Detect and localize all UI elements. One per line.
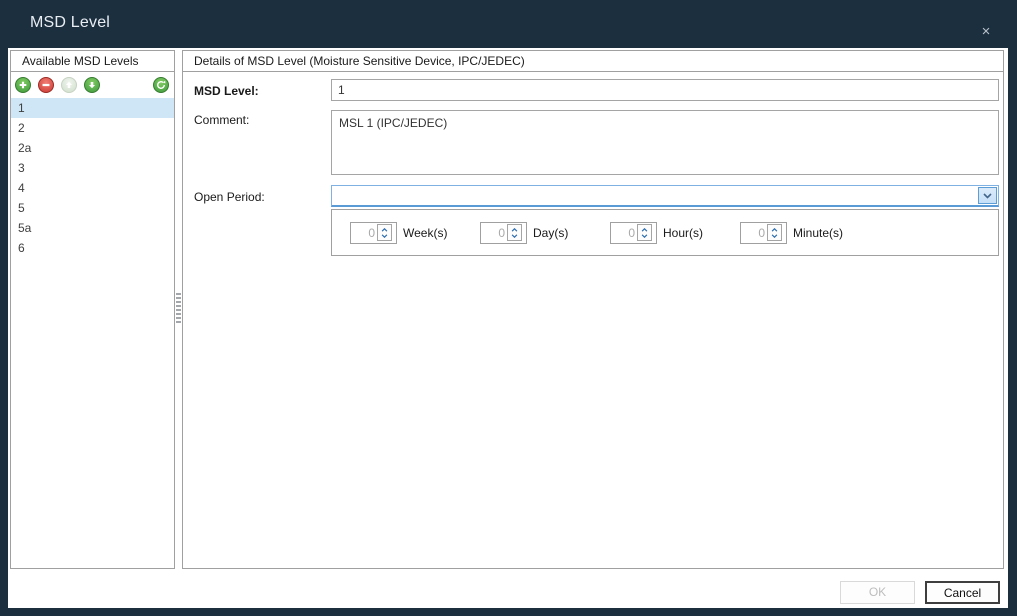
open-period-label: Open Period: xyxy=(194,190,265,204)
chevron-up-icon[interactable] xyxy=(771,228,778,232)
list-toolbar xyxy=(11,72,174,98)
msd-level-input[interactable] xyxy=(331,79,999,101)
chevron-down-icon[interactable] xyxy=(381,234,388,238)
chevron-down-icon[interactable] xyxy=(771,234,778,238)
comment-textarea[interactable]: MSL 1 (IPC/JEDEC) xyxy=(331,110,999,175)
days-spinner: Day(s) xyxy=(480,222,568,244)
minutes-unit-label: Minute(s) xyxy=(793,226,843,240)
spinner-field[interactable] xyxy=(350,222,397,244)
list-item[interactable]: 2a xyxy=(11,138,174,158)
stepper xyxy=(767,224,782,241)
cancel-button[interactable]: Cancel xyxy=(925,581,1000,604)
list-item[interactable]: 4 xyxy=(11,178,174,198)
window-title: MSD Level xyxy=(30,14,110,32)
open-period-detail-box: Week(s) Day(s) xyxy=(331,209,999,256)
move-down-icon[interactable] xyxy=(84,77,100,93)
list-item[interactable]: 1 xyxy=(11,98,174,118)
list-item[interactable]: 3 xyxy=(11,158,174,178)
list-item[interactable]: 5a xyxy=(11,218,174,238)
refresh-icon[interactable] xyxy=(153,77,169,93)
chevron-up-icon[interactable] xyxy=(641,228,648,232)
available-msd-levels-panel: Available MSD Levels 1 2 xyxy=(10,50,175,569)
weeks-input[interactable] xyxy=(351,223,377,243)
dialog-content: Available MSD Levels 1 2 xyxy=(8,48,1008,608)
comment-label: Comment: xyxy=(194,113,249,127)
details-panel: Details of MSD Level (Moisture Sensitive… xyxy=(182,50,1004,569)
chevron-down-icon[interactable] xyxy=(511,234,518,238)
days-input[interactable] xyxy=(481,223,507,243)
spinner-field[interactable] xyxy=(740,222,787,244)
close-icon[interactable]: × xyxy=(975,22,997,42)
list-item[interactable]: 5 xyxy=(11,198,174,218)
open-period-combobox[interactable] xyxy=(331,185,999,207)
list-item[interactable]: 6 xyxy=(11,238,174,258)
combobox-value xyxy=(332,186,977,205)
hours-input[interactable] xyxy=(611,223,637,243)
msd-level-list: 1 2 2a 3 4 5 5a 6 xyxy=(11,98,174,258)
splitter-grip-icon xyxy=(176,293,181,323)
panel-splitter[interactable] xyxy=(175,50,182,569)
hours-spinner: Hour(s) xyxy=(610,222,703,244)
chevron-down-icon xyxy=(983,193,992,199)
remove-icon[interactable] xyxy=(38,77,54,93)
details-header: Details of MSD Level (Moisture Sensitive… xyxy=(183,51,1003,72)
days-unit-label: Day(s) xyxy=(533,226,568,240)
combobox-dropdown-button[interactable] xyxy=(978,187,997,204)
spinner-field[interactable] xyxy=(610,222,657,244)
spinner-field[interactable] xyxy=(480,222,527,244)
move-up-icon[interactable] xyxy=(61,77,77,93)
weeks-unit-label: Week(s) xyxy=(403,226,447,240)
stepper xyxy=(507,224,522,241)
available-levels-header: Available MSD Levels xyxy=(11,51,174,72)
hours-unit-label: Hour(s) xyxy=(663,226,703,240)
stepper xyxy=(637,224,652,241)
minutes-spinner: Minute(s) xyxy=(740,222,843,244)
details-form: MSD Level: Comment: MSL 1 (IPC/JEDEC) Op… xyxy=(183,72,1003,567)
chevron-down-icon[interactable] xyxy=(641,234,648,238)
chevron-up-icon[interactable] xyxy=(381,228,388,232)
msd-level-label: MSD Level: xyxy=(194,84,259,98)
weeks-spinner: Week(s) xyxy=(350,222,447,244)
stepper xyxy=(377,224,392,241)
titlebar: MSD Level × xyxy=(0,0,1017,48)
list-item[interactable]: 2 xyxy=(11,118,174,138)
add-icon[interactable] xyxy=(15,77,31,93)
ok-button[interactable]: OK xyxy=(840,581,915,604)
minutes-input[interactable] xyxy=(741,223,767,243)
chevron-up-icon[interactable] xyxy=(511,228,518,232)
